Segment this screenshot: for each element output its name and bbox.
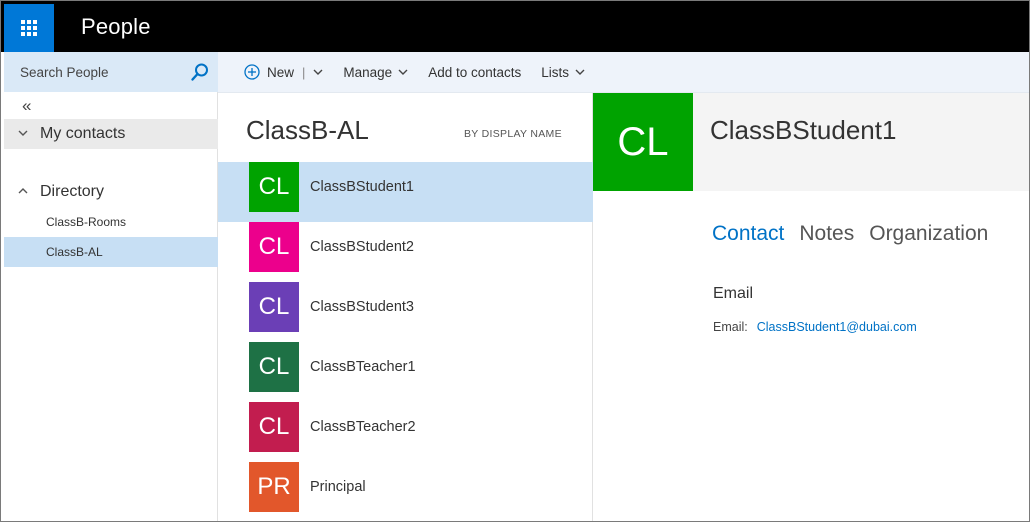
lists-button-label: Lists <box>541 64 570 80</box>
sort-by-display-name-button[interactable]: BY DISPLAY NAME <box>464 128 562 140</box>
contact-name: ClassBStudent2 <box>310 239 414 255</box>
nav-my-contacts-label: My contacts <box>40 125 126 142</box>
search-icon[interactable] <box>190 62 210 82</box>
search-box <box>4 52 218 92</box>
chevron-down-icon <box>18 128 36 140</box>
contact-row[interactable]: CL ClassBTeacher1 <box>218 342 593 402</box>
manage-button[interactable]: Manage <box>343 65 408 80</box>
contact-name: ClassBTeacher1 <box>310 359 416 375</box>
command-separator: | <box>302 64 306 80</box>
contact-avatar: CL <box>249 342 299 392</box>
chevron-down-icon <box>575 69 585 75</box>
contact-detail-pane: CL ClassBStudent1 Contact Notes Organiza… <box>593 93 1029 521</box>
email-label: Email: <box>713 320 748 334</box>
contact-avatar: CL <box>249 162 299 212</box>
chevron-up-icon <box>18 186 36 198</box>
app-title: People <box>81 14 151 39</box>
chevron-down-icon <box>398 69 408 75</box>
contact-row[interactable]: CL ClassBTeacher2 <box>218 402 593 462</box>
app-launcher-button[interactable] <box>4 4 54 52</box>
email-row: Email: ClassBStudent1@dubai.com <box>713 320 917 334</box>
top-header-bar: People <box>1 1 1029 52</box>
command-bar: New | Manage Add to contacts Lists <box>218 52 1029 93</box>
tab-contact[interactable]: Contact <box>712 222 784 246</box>
waffle-grid-icon <box>21 20 37 36</box>
new-button-label: New <box>267 64 295 80</box>
nav-item-classb-rooms[interactable]: ClassB-Rooms <box>4 207 218 237</box>
email-link[interactable]: ClassBStudent1@dubai.com <box>757 320 917 334</box>
email-section-title: Email <box>713 285 754 302</box>
collapse-pane-button[interactable]: « <box>22 96 31 116</box>
contact-name: Principal <box>310 479 366 495</box>
plus-circle-icon <box>244 64 260 80</box>
left-navigation: « My contacts Directory ClassB-Rooms Cla… <box>4 52 218 521</box>
detail-tabs: Contact Notes Organization <box>712 222 1003 246</box>
contact-avatar: CL <box>249 282 299 332</box>
contact-list-pane: ClassB-AL BY DISPLAY NAME CL ClassBStude… <box>218 93 593 521</box>
contact-detail-header: CL ClassBStudent1 <box>593 93 1029 191</box>
contact-row[interactable]: CL ClassBStudent2 <box>218 222 593 282</box>
search-input[interactable] <box>4 52 184 92</box>
contact-row[interactable]: PR Principal <box>218 462 593 521</box>
nav-item-classb-al[interactable]: ClassB-AL <box>4 237 218 267</box>
new-button[interactable]: New <box>244 64 294 80</box>
manage-button-label: Manage <box>343 64 393 80</box>
contact-avatar: CL <box>249 222 299 272</box>
nav-directory-label: Directory <box>40 183 105 200</box>
nav-my-contacts[interactable]: My contacts <box>4 119 218 149</box>
contact-avatar: PR <box>249 462 299 512</box>
contact-detail-name: ClassBStudent1 <box>710 115 897 145</box>
tab-organization[interactable]: Organization <box>869 222 988 246</box>
contact-name: ClassBTeacher2 <box>310 419 416 435</box>
add-to-contacts-button[interactable]: Add to contacts <box>428 65 521 80</box>
contact-list: CL ClassBStudent1 CL ClassBStudent2 CL C… <box>218 162 593 521</box>
new-dropdown-chevron-icon[interactable] <box>313 67 323 77</box>
tab-notes[interactable]: Notes <box>799 222 854 246</box>
contact-row[interactable]: CL ClassBStudent1 <box>218 162 593 222</box>
people-app-window: People « My contacts Directory ClassB-Ro… <box>0 0 1030 522</box>
contact-name: ClassBStudent3 <box>310 299 414 315</box>
list-title: ClassB-AL <box>246 115 369 145</box>
contact-row[interactable]: CL ClassBStudent3 <box>218 282 593 342</box>
lists-button[interactable]: Lists <box>541 65 585 80</box>
nav-directory[interactable]: Directory <box>4 177 218 207</box>
contact-detail-avatar: CL <box>593 93 693 191</box>
contact-avatar: CL <box>249 402 299 452</box>
contact-name: ClassBStudent1 <box>310 179 414 195</box>
